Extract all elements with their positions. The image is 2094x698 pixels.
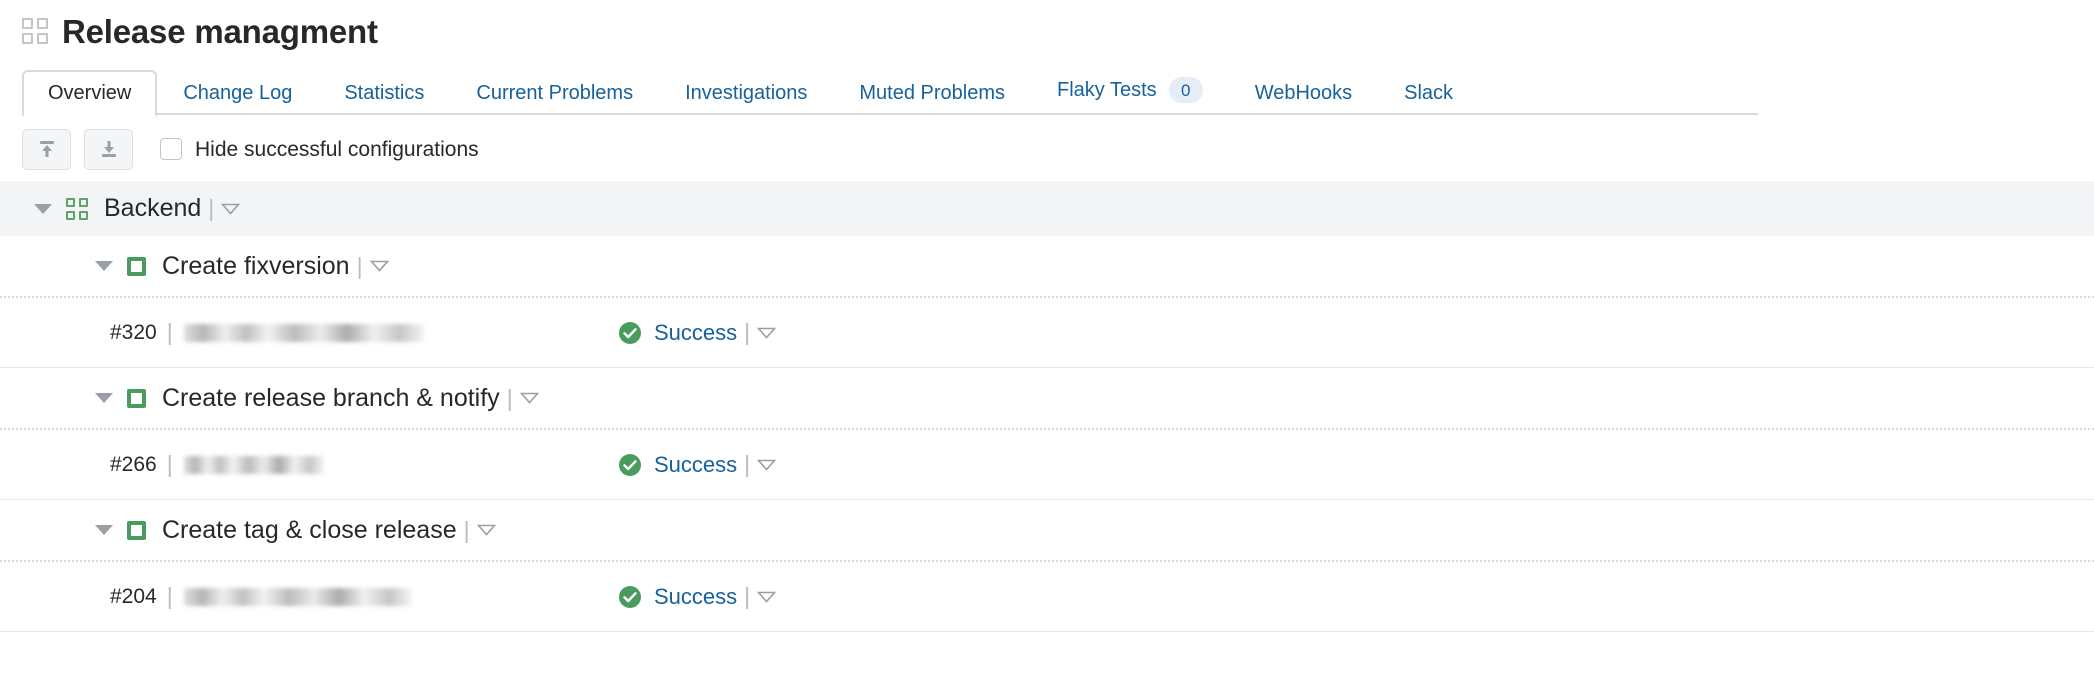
build-row[interactable]: #204 | Success | <box>0 562 2094 632</box>
tab-flaky-tests[interactable]: Flaky Tests 0 <box>1031 64 1229 117</box>
separator: | <box>208 197 214 220</box>
separator: | <box>744 453 750 476</box>
tree-toolbar: Hide successful configurations <box>0 115 2094 181</box>
expand-toggle-icon[interactable] <box>34 204 52 214</box>
tab-list: Overview Change Log Statistics Current Prob… <box>22 63 2094 115</box>
build-configuration-row[interactable]: Create release branch & notify | <box>0 368 2094 430</box>
tab-label: Change Log <box>183 83 292 103</box>
hide-successful-configurations-label: Hide successful configurations <box>195 139 479 160</box>
separator: | <box>507 387 513 410</box>
page-header: Release managment <box>0 0 2094 52</box>
project-name[interactable]: Backend <box>104 196 201 221</box>
tab-bar: Overview Change Log Statistics Current Prob… <box>0 63 2094 115</box>
expand-toggle-icon[interactable] <box>95 261 113 271</box>
release-management-page: Release managment Overview Change Log Stat… <box>0 0 2094 698</box>
build-row[interactable]: #266 | Success | <box>0 430 2094 500</box>
chevron-down-icon[interactable] <box>757 327 776 339</box>
tab-muted-problems[interactable]: Muted Problems <box>833 70 1031 117</box>
tab-label: Overview <box>48 83 131 103</box>
separator: | <box>464 519 470 542</box>
tab-label: Muted Problems <box>859 83 1005 103</box>
tab-statistics[interactable]: Statistics <box>318 70 450 117</box>
build-status-text[interactable]: Success <box>654 322 737 344</box>
tab-label: WebHooks <box>1255 83 1352 103</box>
checkbox-box[interactable] <box>160 138 182 160</box>
build-configuration-name[interactable]: Create fixversion <box>162 254 350 279</box>
build-branch-redacted <box>184 456 324 474</box>
build-status-text[interactable]: Success <box>654 586 737 608</box>
build-status: Success | <box>618 585 776 609</box>
build-configuration-row[interactable]: Create fixversion | <box>0 236 2094 298</box>
tab-webhooks[interactable]: WebHooks <box>1229 70 1378 117</box>
expand-toggle-icon[interactable] <box>95 525 113 535</box>
success-check-icon <box>618 453 642 477</box>
collapse-all-button[interactable] <box>22 129 71 170</box>
chevron-down-icon[interactable] <box>757 591 776 603</box>
build-config-icon <box>127 257 146 276</box>
build-number[interactable]: #266 <box>110 454 157 475</box>
build-status: Success | <box>618 321 776 345</box>
tab-investigations[interactable]: Investigations <box>659 70 833 117</box>
separator: | <box>167 585 173 608</box>
separator: | <box>744 321 750 344</box>
chevron-down-icon[interactable] <box>221 203 240 215</box>
build-branch-redacted <box>184 324 424 342</box>
project-grid-icon <box>22 18 48 44</box>
hide-successful-configurations-checkbox[interactable]: Hide successful configurations <box>160 138 479 160</box>
separator: | <box>167 321 173 344</box>
tab-change-log[interactable]: Change Log <box>157 70 318 117</box>
build-row[interactable]: #320 | Success | <box>0 298 2094 368</box>
expand-all-icon <box>98 138 120 160</box>
chevron-down-icon[interactable] <box>757 459 776 471</box>
tab-overview[interactable]: Overview <box>22 70 157 117</box>
page-title: Release managment <box>62 15 378 48</box>
build-branch-redacted <box>184 588 412 606</box>
project-grid-icon <box>66 198 88 220</box>
collapse-all-icon <box>36 138 58 160</box>
build-configuration-name[interactable]: Create release branch & notify <box>162 386 500 411</box>
success-check-icon <box>618 321 642 345</box>
chevron-down-icon[interactable] <box>477 524 496 536</box>
build-number[interactable]: #204 <box>110 586 157 607</box>
build-config-icon <box>127 389 146 408</box>
build-status: Success | <box>618 453 776 477</box>
tab-label: Current Problems <box>476 83 633 103</box>
tab-badge: 0 <box>1169 77 1203 103</box>
build-configuration-row[interactable]: Create tag & close release | <box>0 500 2094 562</box>
tab-current-problems[interactable]: Current Problems <box>450 70 659 117</box>
expand-toggle-icon[interactable] <box>95 393 113 403</box>
build-status-text[interactable]: Success <box>654 454 737 476</box>
build-number[interactable]: #320 <box>110 322 157 343</box>
tab-label: Investigations <box>685 83 807 103</box>
build-config-icon <box>127 521 146 540</box>
build-tree: Backend|Create fixversion|#320|Success|C… <box>0 181 2094 632</box>
project-row-backend[interactable]: Backend | <box>0 181 2094 236</box>
build-configuration-name[interactable]: Create tag & close release <box>162 518 457 543</box>
expand-all-button[interactable] <box>84 129 133 170</box>
success-check-icon <box>618 585 642 609</box>
tab-slack[interactable]: Slack <box>1378 70 1479 117</box>
tab-label: Slack <box>1404 83 1453 103</box>
separator: | <box>744 585 750 608</box>
separator: | <box>357 255 363 278</box>
tab-label: Statistics <box>344 83 424 103</box>
chevron-down-icon[interactable] <box>520 392 539 404</box>
tab-label: Flaky Tests <box>1057 80 1157 100</box>
chevron-down-icon[interactable] <box>370 260 389 272</box>
separator: | <box>167 453 173 476</box>
